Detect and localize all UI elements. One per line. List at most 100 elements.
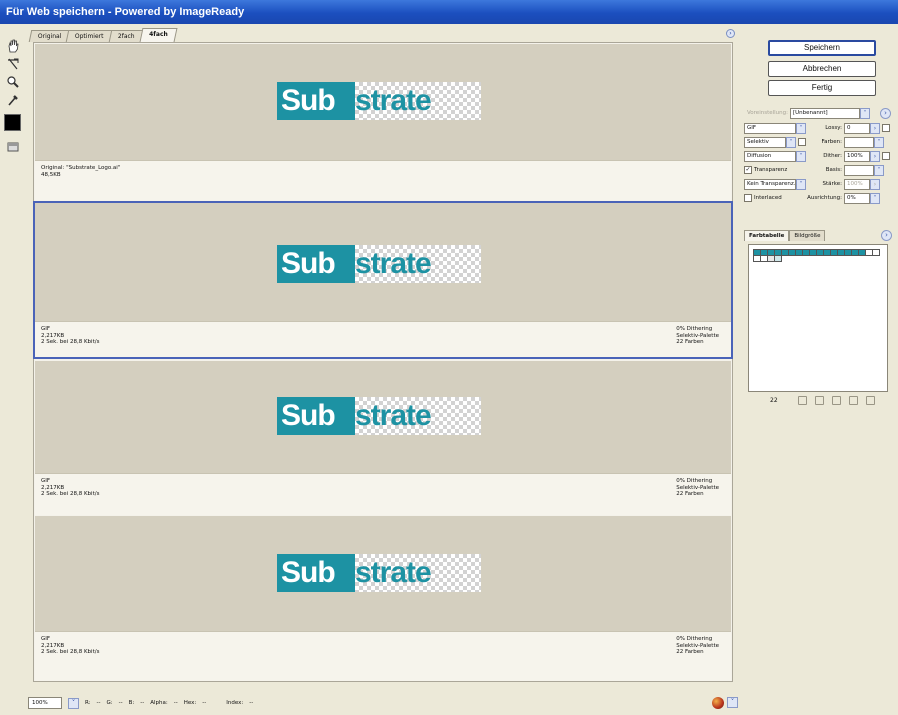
preview-pane-4[interactable]: Sub strate <box>35 516 731 631</box>
matte-label: Basis: <box>825 167 842 173</box>
tab-original[interactable]: Original <box>28 30 71 42</box>
matte-dropdown-icon[interactable]: ˅ <box>874 164 884 176</box>
color-table-footer: 22 <box>744 394 894 406</box>
browser-preview-icon[interactable] <box>712 697 724 709</box>
hex-value: -- <box>202 700 207 706</box>
dither-field[interactable]: 100% <box>844 150 870 162</box>
colors-field[interactable] <box>844 136 874 148</box>
interlaced-label: Interlaced <box>754 195 782 201</box>
matte-field[interactable] <box>844 164 874 176</box>
new-color-icon[interactable] <box>849 395 858 405</box>
amount-label: Stärke: <box>822 181 842 187</box>
trash-icon[interactable] <box>866 395 875 405</box>
pane-size: 48,5KB <box>41 171 61 178</box>
preset-select[interactable]: [Unbenannt] <box>790 107 860 119</box>
lock-color-icon[interactable] <box>815 395 824 405</box>
interlaced-checkbox[interactable] <box>744 194 752 202</box>
pane-info: GIF 2,217KB 2 Sek. bei 28,8 Kbit/s 0% Di… <box>35 473 731 515</box>
pane-colors: 22 Farben <box>676 649 704 655</box>
reduction-select[interactable]: Selektiv <box>744 136 786 148</box>
window-title: Für Web speichern - Powered by ImageRead… <box>0 0 898 24</box>
blue-value: -- <box>140 700 145 706</box>
transparency-dither-select[interactable]: Kein Transparenz... <box>744 178 796 190</box>
color-count: 22 <box>770 396 778 404</box>
color-table-menu-icon[interactable]: › <box>881 230 892 241</box>
pane-info: GIF 2,217KB 2 Sek. bei 28,8 Kbit/s 0% Di… <box>35 321 731 357</box>
preview-canvas: Sub strate Original: "Substrate_Logo.ai" … <box>33 42 733 682</box>
logo-image: Sub strate <box>277 245 481 283</box>
dither-slider-icon[interactable]: › <box>870 150 880 162</box>
transparency-checkbox[interactable]: ✓ <box>744 166 752 174</box>
dither-algorithm-dropdown-icon[interactable]: ˅ <box>796 150 806 162</box>
transparency-dither-dropdown-icon[interactable]: ˅ <box>796 178 806 190</box>
tab-4up[interactable]: 4fach <box>139 28 177 42</box>
eyedropper-icon[interactable] <box>4 92 22 108</box>
preset-dropdown-icon[interactable]: ˅ <box>860 107 870 119</box>
websnap-label: Ausrichtung: <box>807 195 842 201</box>
format-select[interactable]: GIF <box>744 122 796 134</box>
websnap-dropdown-icon[interactable]: ˅ <box>870 192 880 204</box>
lossy-slider-icon[interactable]: › <box>870 122 880 134</box>
done-button[interactable]: Fertig <box>768 80 876 96</box>
green-label: G: <box>106 700 113 706</box>
color-table-grid <box>748 244 888 392</box>
blue-label: B: <box>128 700 135 706</box>
pane-download-time: 2 Sek. bei 28,8 Kbit/s <box>41 491 100 497</box>
pane-download-time: 2 Sek. bei 28,8 Kbit/s <box>41 339 100 345</box>
pane-info: GIF 2,217KB 2 Sek. bei 28,8 Kbit/s 0% Di… <box>35 631 731 681</box>
pane-colors: 22 Farben <box>676 491 704 497</box>
preview-pane-selected[interactable]: Sub strate <box>35 203 731 321</box>
cancel-button[interactable]: Abbrechen <box>768 61 876 77</box>
logo-image: Sub strate <box>277 554 481 592</box>
format-dropdown-icon[interactable]: ˅ <box>796 122 806 134</box>
preset-label: Voreinstellung: <box>746 110 788 116</box>
pane-colors: 22 Farben <box>676 339 704 345</box>
reduction-dropdown-icon[interactable]: ˅ <box>786 136 796 148</box>
eyedropper-add-icon[interactable] <box>832 395 841 405</box>
tab-color-table[interactable]: Farbtabelle <box>744 230 790 241</box>
websnap-field[interactable]: 0% <box>844 192 870 204</box>
transparency-label: Transparenz <box>754 167 788 173</box>
status-bar: 100% ˅ R: -- G: -- B: -- Alpha: -- Hex: … <box>28 696 738 710</box>
browser-dropdown-icon[interactable]: ˅ <box>727 697 738 708</box>
green-value: -- <box>118 700 123 706</box>
tool-strip <box>4 36 26 157</box>
index-value: -- <box>249 700 254 706</box>
zoom-dropdown-icon[interactable]: ˅ <box>68 697 79 709</box>
tab-optimized[interactable]: Optimiert <box>66 30 114 42</box>
amount-slider-icon[interactable]: › <box>870 178 880 190</box>
logo-image: Sub strate <box>277 82 481 120</box>
preview-pane-original[interactable]: Sub strate <box>35 44 731 160</box>
dither-mask-icon[interactable] <box>882 152 890 160</box>
lossy-field[interactable]: 0 <box>844 122 870 134</box>
zoom-icon[interactable] <box>4 74 22 90</box>
color-swatch-cell[interactable] <box>774 255 782 262</box>
color-table-panel: Farbtabelle Bildgröße › 22 <box>744 230 894 408</box>
reduction-mask-icon[interactable] <box>798 138 806 146</box>
zoom-level-field[interactable]: 100% <box>28 697 62 709</box>
web-shift-icon[interactable] <box>798 395 807 405</box>
color-swatch-cell[interactable] <box>872 249 880 256</box>
pane-info: Original: "Substrate_Logo.ai" 48,5KB <box>35 160 731 202</box>
logo-image: Sub strate <box>277 397 481 435</box>
colors-label: Farben: <box>821 139 842 145</box>
panel-menu-icon[interactable]: › <box>880 107 891 119</box>
lossy-mask-icon[interactable] <box>882 124 890 132</box>
amount-field[interactable]: 100% <box>844 178 870 190</box>
alpha-value: -- <box>173 700 178 706</box>
tab-image-size[interactable]: Bildgröße <box>789 230 826 241</box>
red-value: -- <box>96 700 101 706</box>
hand-tool-icon[interactable] <box>4 38 22 54</box>
index-label: Index: <box>226 700 244 706</box>
colors-dropdown-icon[interactable]: ˅ <box>874 136 884 148</box>
view-tabs: Original Optimiert 2fach 4fach <box>28 28 177 42</box>
toggle-slices-icon[interactable] <box>4 139 22 155</box>
slice-select-icon[interactable] <box>4 56 22 72</box>
preview-pane-3[interactable]: Sub strate <box>35 361 731 473</box>
canvas-menu-icon[interactable]: › <box>726 29 735 38</box>
color-swatch[interactable] <box>4 114 21 131</box>
hex-label: Hex: <box>183 700 197 706</box>
dither-algorithm-select[interactable]: Diffusion <box>744 150 796 162</box>
alpha-label: Alpha: <box>150 700 168 706</box>
save-button[interactable]: Speichern <box>768 40 876 56</box>
